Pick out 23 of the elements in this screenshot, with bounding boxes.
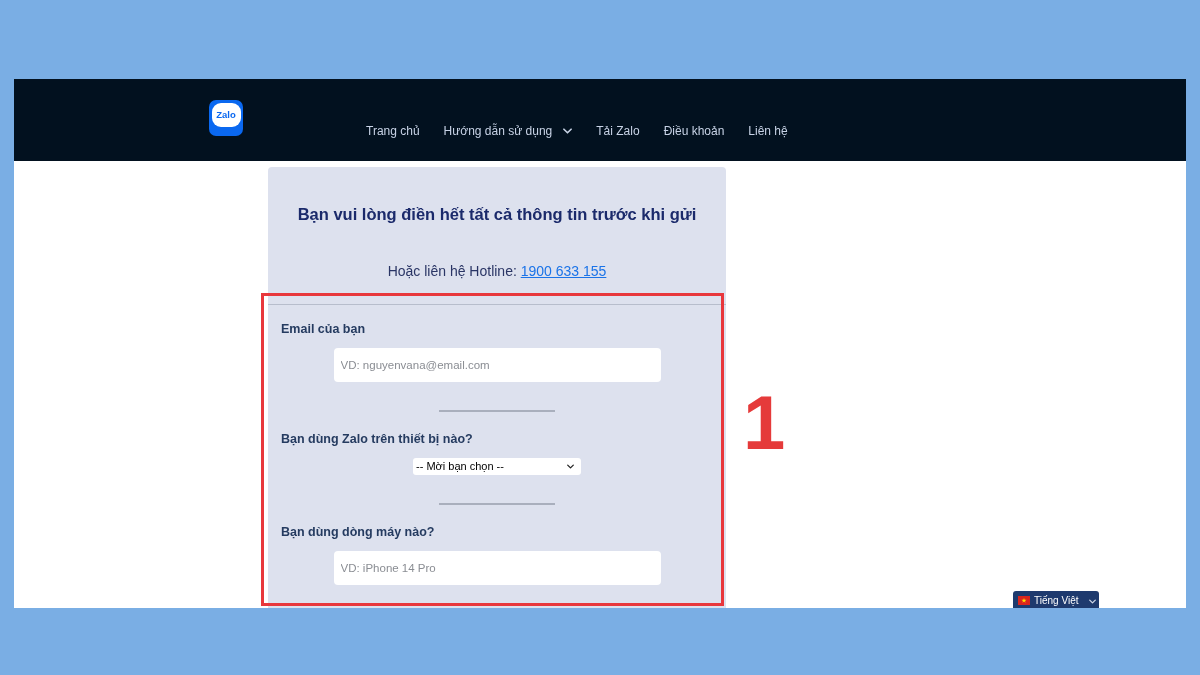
chevron-down-icon: [567, 464, 574, 469]
app-logo[interactable]: Zalo: [209, 100, 243, 136]
form-title: Bạn vui lòng điền hết tất cả thông tin trước khi gửi: [296, 204, 698, 225]
language-switcher[interactable]: Tiếng Việt: [1013, 591, 1099, 608]
chevron-down-icon: [563, 128, 573, 134]
flag-icon: [1018, 596, 1030, 605]
nav-link[interactable]: Liên hệ: [748, 123, 788, 139]
field-label: Email của bạn: [281, 321, 367, 337]
hotline-text: Hoặc liên hệ Hotline: 1900 633 155: [386, 262, 608, 281]
chevron-down-icon: [1089, 599, 1097, 604]
logo-wordmark: Zalo: [211, 103, 241, 127]
hotline-link[interactable]: 1900 633 155: [520, 263, 607, 279]
device-select[interactable]: -- Mời bạn chọn --: [413, 458, 581, 475]
nav-link[interactable]: Tải Zalo: [596, 123, 640, 139]
nav-link[interactable]: Hướng dẫn sử dụng: [443, 123, 573, 139]
annotation-number: 1: [743, 385, 786, 461]
text-input[interactable]: VD: iPhone 14 Pro: [333, 551, 661, 585]
text-input[interactable]: VD: nguyenvana@email.com: [333, 348, 661, 382]
field-label: Bạn dùng dòng máy nào?: [281, 524, 436, 540]
field-label: Bạn dùng Zalo trên thiết bị nào?: [281, 431, 474, 447]
nav-link[interactable]: Điều khoản: [663, 123, 725, 139]
language-label: Tiếng Việt: [1034, 595, 1079, 606]
nav-link[interactable]: Trang chủ: [366, 123, 420, 139]
